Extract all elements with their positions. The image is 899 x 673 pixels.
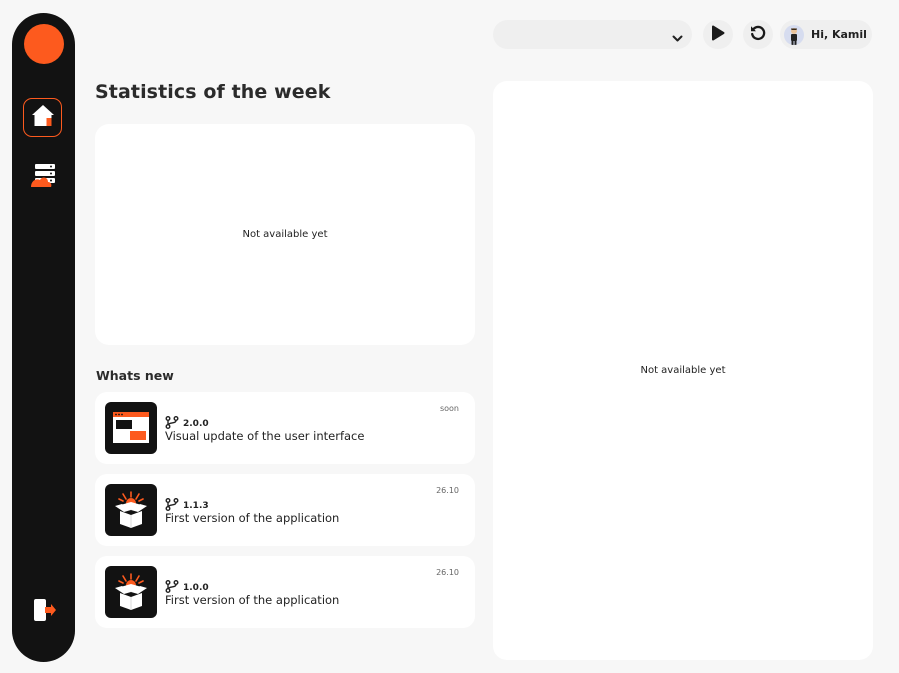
release-version: 1.1.3 <box>183 500 209 511</box>
sidebar-item-servers[interactable] <box>28 163 60 193</box>
play-icon <box>711 25 725 45</box>
server-select[interactable] <box>493 20 692 49</box>
play-button[interactable] <box>703 20 733 49</box>
release-date: soon <box>439 404 459 413</box>
release-item[interactable]: 1.0.0 First version of the application 2… <box>95 556 475 628</box>
whats-new-title: Whats new <box>96 368 174 383</box>
release-description: First version of the application <box>165 593 340 607</box>
sidebar-item-home[interactable] <box>23 98 62 137</box>
open-box-icon <box>105 484 157 536</box>
release-description: Visual update of the user interface <box>165 429 365 443</box>
release-description: First version of the application <box>165 511 340 525</box>
app-logo <box>24 24 64 64</box>
side-panel-card: Not available yet <box>493 81 873 660</box>
page-title: Statistics of the week <box>95 81 331 103</box>
stats-card: Not available yet <box>95 124 475 345</box>
refresh-icon <box>749 24 767 46</box>
release-version: 2.0.0 <box>183 418 209 429</box>
refresh-button[interactable] <box>743 20 773 49</box>
avatar <box>784 24 804 45</box>
open-box-icon <box>105 566 157 618</box>
release-item[interactable]: 1.1.3 First version of the application 2… <box>95 474 475 546</box>
stats-placeholder: Not available yet <box>242 229 328 240</box>
servers-icon <box>31 164 57 192</box>
logout-button[interactable] <box>30 598 58 626</box>
ui-window-icon <box>105 402 157 454</box>
side-panel-placeholder: Not available yet <box>640 365 726 376</box>
release-version: 1.0.0 <box>183 582 209 593</box>
release-item[interactable]: 2.0.0 Visual update of the user interfac… <box>95 392 475 464</box>
user-greeting: Hi, Kamil <box>811 28 867 41</box>
release-date: 26.10 <box>436 486 459 495</box>
release-date: 26.10 <box>436 568 459 577</box>
sidebar <box>12 13 75 662</box>
home-icon <box>31 104 55 131</box>
logout-icon <box>31 598 57 626</box>
chevron-down-icon <box>672 29 683 48</box>
user-menu[interactable]: Hi, Kamil <box>780 20 872 49</box>
